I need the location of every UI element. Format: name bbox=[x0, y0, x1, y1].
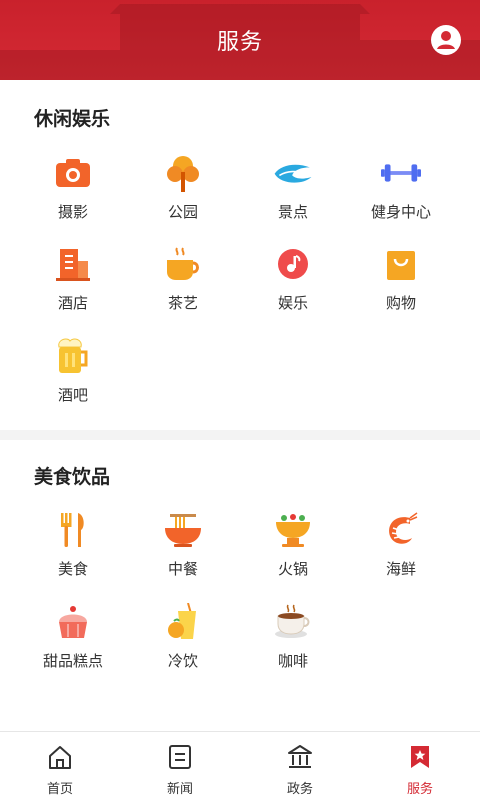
grid-item-label: 公园 bbox=[167, 203, 198, 221]
wave-icon bbox=[273, 153, 313, 193]
government-icon bbox=[288, 745, 312, 768]
user-icon bbox=[431, 25, 461, 55]
user-avatar-button[interactable] bbox=[430, 24, 462, 56]
section-title-food: 美食饮品 bbox=[34, 466, 111, 488]
grid-item-label: 冷饮 bbox=[167, 652, 198, 670]
coffee-icon bbox=[273, 602, 313, 642]
section-divider bbox=[0, 430, 480, 440]
home-icon bbox=[49, 746, 71, 769]
grid-item-label: 摄影 bbox=[57, 203, 88, 221]
grid-item-entertainment[interactable]: 娱乐 bbox=[238, 244, 348, 324]
shopping-bag-icon bbox=[381, 244, 421, 284]
grid-item-tea-art[interactable]: 茶艺 bbox=[128, 244, 238, 324]
top-header: 服务 bbox=[0, 0, 480, 80]
grid-item-cold-drinks[interactable]: 冷饮 bbox=[128, 602, 238, 682]
cupcake-icon bbox=[53, 602, 93, 642]
grid-item-chinese-food[interactable]: 中餐 bbox=[128, 510, 238, 590]
grid-item-dessert[interactable]: 甜品糕点 bbox=[18, 602, 128, 682]
tab-home[interactable]: 首页 bbox=[0, 732, 120, 800]
grid-item-label: 美食 bbox=[57, 560, 88, 578]
tab-label-services: 服务 bbox=[406, 782, 433, 797]
shrimp-icon bbox=[381, 510, 421, 550]
service-icon bbox=[411, 746, 429, 768]
dumbbell-icon bbox=[381, 153, 421, 193]
leisure-section: 休闲娱乐 摄影 公园 景点 健身中心 酒店 茶艺 娱乐 购物 酒吧 bbox=[0, 80, 480, 430]
hotel-icon bbox=[53, 244, 93, 284]
tab-news[interactable]: 新闻 bbox=[120, 732, 240, 800]
juice-icon bbox=[163, 602, 203, 642]
grid-item-label: 景点 bbox=[277, 203, 308, 221]
grid-item-seafood[interactable]: 海鲜 bbox=[346, 510, 456, 590]
grid-item-bar[interactable]: 酒吧 bbox=[18, 336, 128, 416]
grid-item-label: 健身中心 bbox=[370, 203, 431, 221]
grid-item-label: 咖啡 bbox=[277, 652, 308, 670]
camera-icon bbox=[53, 153, 93, 193]
grid-item-scenic-spot[interactable]: 景点 bbox=[238, 153, 348, 233]
grid-item-label: 茶艺 bbox=[167, 294, 198, 312]
grid-item-fitness-center[interactable]: 健身中心 bbox=[346, 153, 456, 233]
hotpot-icon bbox=[273, 510, 313, 550]
tea-cup-icon bbox=[163, 244, 203, 284]
food-drink-section: 美食饮品 美食 中餐 火锅 海鲜 甜品糕点 冷饮 咖啡 bbox=[0, 440, 480, 731]
grid-item-park[interactable]: 公园 bbox=[128, 153, 238, 233]
grid-item-label: 火锅 bbox=[277, 560, 308, 578]
grid-item-label: 购物 bbox=[385, 294, 416, 312]
grid-item-label: 海鲜 bbox=[385, 560, 416, 578]
grid-item-photography[interactable]: 摄影 bbox=[18, 153, 128, 233]
tab-label-government: 政务 bbox=[286, 782, 313, 797]
grid-item-hotel[interactable]: 酒店 bbox=[18, 244, 128, 324]
bottom-tab-bar: 首页 新闻 政务 服务 bbox=[0, 731, 480, 800]
section-title-leisure: 休闲娱乐 bbox=[34, 108, 111, 130]
tab-services[interactable]: 服务 bbox=[360, 732, 480, 800]
grid-item-label: 娱乐 bbox=[277, 294, 308, 312]
page-title: 服务 bbox=[216, 30, 263, 55]
grid-item-label: 中餐 bbox=[167, 560, 198, 578]
fork-knife-icon bbox=[53, 510, 93, 550]
grid-item-hotpot[interactable]: 火锅 bbox=[238, 510, 348, 590]
tab-label-home: 首页 bbox=[46, 782, 73, 797]
tab-government[interactable]: 政务 bbox=[240, 732, 360, 800]
music-icon bbox=[273, 244, 313, 284]
tab-label-news: 新闻 bbox=[166, 782, 193, 797]
news-icon bbox=[169, 745, 191, 769]
tree-icon bbox=[163, 153, 203, 193]
grid-item-food[interactable]: 美食 bbox=[18, 510, 128, 590]
beer-icon bbox=[53, 336, 93, 376]
grid-item-coffee[interactable]: 咖啡 bbox=[238, 602, 348, 682]
grid-item-label: 酒吧 bbox=[57, 386, 88, 404]
grid-item-label: 甜品糕点 bbox=[42, 652, 103, 670]
grid-item-label: 酒店 bbox=[57, 294, 88, 312]
noodle-bowl-icon bbox=[163, 510, 203, 550]
grid-item-shopping[interactable]: 购物 bbox=[346, 244, 456, 324]
